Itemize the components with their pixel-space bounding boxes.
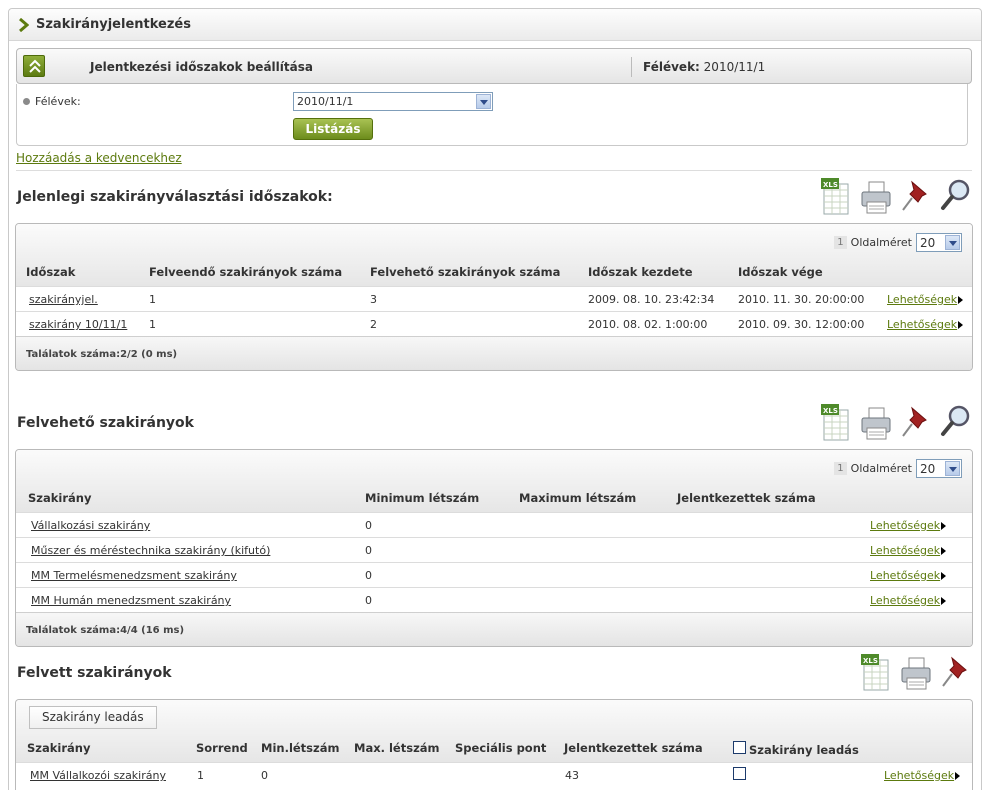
table-row: szakirány 10/11/1 1 2 2010. 08. 02. 1:00… bbox=[16, 311, 972, 336]
semester-display: Félévek: 2010/11/1 bbox=[643, 60, 766, 74]
column-header[interactable]: Speciális pont bbox=[455, 741, 546, 755]
available-grid: 1 Oldalméret 20 Szakirány Minimum létszá… bbox=[15, 449, 973, 647]
column-header[interactable]: Jelentkezettek száma bbox=[677, 491, 816, 505]
result-count: Találatok száma:4/4 (16 ms) bbox=[26, 625, 185, 636]
period-name-link[interactable]: szakirányjel. bbox=[29, 293, 98, 306]
column-header[interactable]: Minimum létszám bbox=[365, 491, 479, 505]
table-row: MM Termelésmenedzsment szakirány 0 Lehet… bbox=[16, 562, 972, 587]
column-header[interactable]: Szakirány bbox=[27, 741, 90, 755]
column-header[interactable]: Min.létszám bbox=[261, 741, 339, 755]
column-header[interactable]: Szakirány leadás bbox=[749, 743, 859, 757]
pager: 1 Oldalméret 20 bbox=[834, 458, 962, 478]
table-row: Vállalkozási szakirány 0 Lehetőségek bbox=[16, 512, 972, 537]
table-row: MM Humán menedzsment szakirány 0 Lehetős… bbox=[16, 587, 972, 612]
table-row: szakirányjel. 1 3 2009. 08. 10. 23:42:34… bbox=[16, 286, 972, 311]
options-link[interactable]: Lehetőségek bbox=[887, 318, 963, 331]
column-header[interactable]: Időszak bbox=[26, 265, 75, 279]
column-header[interactable]: Felvehető szakirányok száma bbox=[370, 265, 560, 279]
divider bbox=[631, 57, 632, 77]
printer-icon[interactable] bbox=[898, 652, 934, 692]
specialization-link[interactable]: Vállalkozási szakirány bbox=[31, 519, 150, 532]
period-name-link[interactable]: szakirány 10/11/1 bbox=[29, 318, 127, 331]
page-size-select[interactable]: 20 bbox=[916, 232, 962, 252]
periods-section-title: Jelenlegi szakirányválasztási időszakok: bbox=[17, 189, 333, 205]
bullet-icon bbox=[23, 98, 30, 105]
column-header[interactable]: Maximum létszám bbox=[519, 491, 636, 505]
page-size-label: Oldalméret bbox=[850, 461, 912, 475]
available-toolbar bbox=[818, 402, 974, 442]
column-header[interactable]: Időszak vége bbox=[738, 265, 823, 279]
printer-icon[interactable] bbox=[858, 402, 894, 442]
dropdown-arrow-icon bbox=[945, 234, 960, 250]
options-link[interactable]: Lehetőségek bbox=[870, 544, 946, 557]
drop-specialization-button[interactable]: Szakirány leadás bbox=[29, 706, 157, 729]
dropdown-arrow-icon bbox=[476, 94, 491, 109]
pushpin-icon[interactable] bbox=[898, 176, 934, 216]
page-size-select[interactable]: 20 bbox=[916, 458, 962, 478]
page-number[interactable]: 1 bbox=[834, 461, 847, 475]
specialization-link[interactable]: Műszer és méréstechnika szakirány (kifut… bbox=[31, 544, 270, 557]
column-header[interactable]: Szakirány bbox=[28, 491, 91, 505]
xls-export-icon[interactable] bbox=[818, 402, 854, 442]
result-count: Találatok száma:2/2 (0 ms) bbox=[26, 349, 178, 360]
xls-export-icon[interactable] bbox=[818, 176, 854, 216]
options-link[interactable]: Lehetőségek bbox=[870, 594, 946, 607]
page-size-label: Oldalméret bbox=[850, 235, 912, 249]
table-row: Műszer és méréstechnika szakirány (kifut… bbox=[16, 537, 972, 562]
drop-checkbox[interactable] bbox=[733, 767, 746, 780]
options-link[interactable]: Lehetőségek bbox=[870, 519, 946, 532]
taken-toolbar bbox=[858, 652, 974, 692]
taken-section-title: Felvett szakirányok bbox=[17, 665, 172, 681]
divider bbox=[16, 170, 972, 171]
pager: 1 Oldalméret 20 bbox=[834, 232, 962, 252]
pushpin-icon[interactable] bbox=[938, 652, 974, 692]
add-to-favorites-link[interactable]: Hozzáadás a kedvencekhez bbox=[16, 151, 182, 165]
taken-grid: Szakirány leadás Szakirány Sorrend Min.l… bbox=[15, 699, 973, 790]
pushpin-icon[interactable] bbox=[898, 402, 934, 442]
select-all-checkbox[interactable] bbox=[733, 741, 746, 754]
specialization-link[interactable]: MM Termelésmenedzsment szakirány bbox=[31, 569, 237, 582]
dropdown-arrow-icon bbox=[945, 460, 960, 476]
specialization-link[interactable]: MM Vállalkozói szakirány bbox=[30, 769, 166, 782]
settings-title: Jelentkezési időszakok beállítása bbox=[90, 60, 313, 74]
grid-footer: Találatok száma:4/4 (16 ms) bbox=[16, 612, 972, 646]
collapse-button[interactable] bbox=[23, 55, 45, 77]
double-chevron-up-icon bbox=[29, 59, 41, 73]
column-header[interactable]: Felveendő szakirányok száma bbox=[149, 265, 342, 279]
page-header: Szakirányjelentkezés bbox=[9, 9, 981, 41]
table-row: MM Vállalkozói szakirány 1 0 43 Lehetősé… bbox=[16, 762, 972, 787]
column-header[interactable]: Max. létszám bbox=[354, 741, 440, 755]
column-header[interactable]: Jelentkezettek száma bbox=[564, 741, 703, 755]
options-link[interactable]: Lehetőségek bbox=[870, 569, 946, 582]
grid-footer: Találatok száma:2/2 (0 ms) bbox=[16, 336, 972, 370]
page-number[interactable]: 1 bbox=[834, 235, 847, 249]
options-link[interactable]: Lehetőségek bbox=[887, 293, 963, 306]
chevron-right-icon bbox=[19, 18, 29, 32]
column-header[interactable]: Sorrend bbox=[196, 741, 248, 755]
xls-export-icon[interactable] bbox=[858, 652, 894, 692]
semester-field-label: Félévek: bbox=[35, 95, 81, 108]
magnifier-icon[interactable] bbox=[938, 176, 974, 216]
options-link[interactable]: Lehetőségek bbox=[884, 769, 960, 782]
settings-panel-header: Jelentkezési időszakok beállítása Féléve… bbox=[16, 48, 972, 84]
available-section-title: Felvehető szakirányok bbox=[17, 415, 194, 431]
specialization-link[interactable]: MM Humán menedzsment szakirány bbox=[31, 594, 231, 607]
printer-icon[interactable] bbox=[858, 176, 894, 216]
periods-toolbar bbox=[818, 176, 974, 216]
page-title: Szakirányjelentkezés bbox=[36, 17, 191, 32]
magnifier-icon[interactable] bbox=[938, 402, 974, 442]
periods-grid: 1 Oldalméret 20 Időszak Felveendő szakir… bbox=[15, 223, 973, 371]
list-button[interactable]: Listázás bbox=[293, 118, 373, 140]
semester-select[interactable]: 2010/11/1 bbox=[293, 92, 493, 111]
column-header[interactable]: Időszak kezdete bbox=[588, 265, 693, 279]
settings-panel-body: Félévek: 2010/11/1 Listázás bbox=[16, 84, 968, 146]
